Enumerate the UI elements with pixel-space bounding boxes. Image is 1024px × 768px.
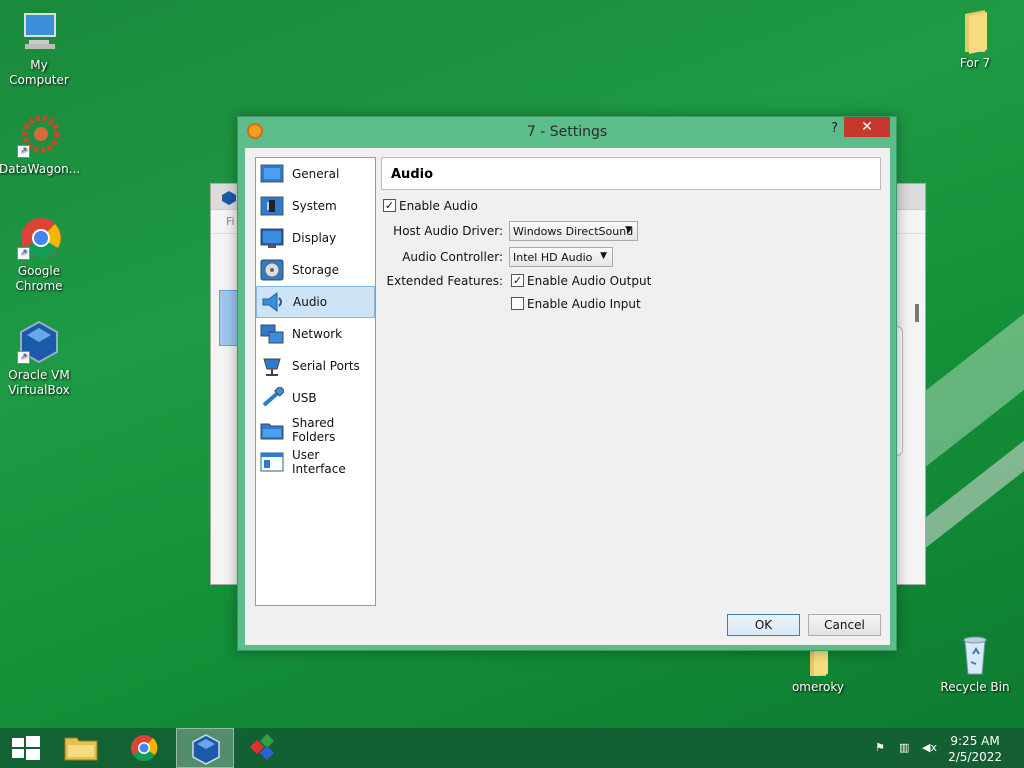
nav-item-label: USB — [292, 391, 317, 405]
enable-audio-input-label: Enable Audio Input — [527, 297, 641, 311]
page-title: Audio — [381, 157, 881, 190]
nav-item-display[interactable]: Display — [256, 222, 375, 254]
shortcut-arrow-icon: ↗ — [17, 247, 30, 260]
ok-button[interactable]: OK — [727, 614, 800, 636]
nav-item-system[interactable]: System — [256, 190, 375, 222]
taskbar-chrome[interactable] — [115, 728, 173, 768]
start-button[interactable] — [0, 728, 58, 768]
file-explorer-icon — [64, 737, 98, 761]
nav-item-label: Display — [292, 231, 337, 245]
user-interface-icon — [260, 451, 284, 473]
desktop-icon-label: Oracle VM VirtualBox — [8, 368, 70, 397]
dropdown-arrow-icon: ▼ — [625, 225, 632, 235]
desktop-icon-label: Google Chrome — [15, 264, 63, 293]
shared-folders-icon — [260, 419, 284, 441]
nav-item-shared-folders[interactable]: Shared Folders — [256, 414, 375, 446]
enable-audio-checkbox[interactable]: ✓ — [383, 199, 396, 212]
enable-audio-output-checkbox[interactable]: ✓ — [511, 274, 524, 287]
virtualbox-icon — [192, 734, 220, 765]
close-button[interactable]: ✕ — [844, 117, 890, 137]
host-driver-value: Windows DirectSound — [513, 225, 634, 238]
shortcut-arrow-icon: ↗ — [17, 145, 30, 158]
nav-item-label: System — [292, 199, 337, 213]
system-icon — [260, 195, 284, 217]
enable-audio-input-checkbox[interactable] — [511, 297, 524, 310]
nav-item-storage[interactable]: Storage — [256, 254, 375, 286]
desktop-icon-label: My Computer — [9, 58, 69, 87]
desktop-icon-datawagon[interactable]: ↗ DataWagon... — [0, 114, 81, 177]
folder-icon — [953, 8, 997, 54]
clock-time: 9:25 AM — [950, 734, 1000, 748]
enable-audio-label: Enable Audio — [399, 199, 478, 213]
network-icon — [260, 323, 284, 345]
nav-item-label: Storage — [292, 263, 339, 277]
nav-item-label: General — [292, 167, 340, 181]
nav-item-network[interactable]: Network — [256, 318, 375, 350]
desktop-icon-for-7[interactable]: For 7 — [935, 8, 1015, 71]
shortcut-arrow-icon: ↗ — [17, 351, 30, 364]
nav-item-label: Network — [292, 327, 343, 341]
dropdown-arrow-icon: ▼ — [600, 251, 607, 261]
computer-icon — [17, 10, 61, 54]
extended-features-label: Extended Features: — [386, 274, 503, 288]
virtualbox-icon: ↗ — [17, 320, 61, 364]
help-button[interactable]: ? — [831, 121, 838, 136]
nav-item-label: Shared Folders — [292, 416, 336, 444]
action-center-flag-icon[interactable]: ⚑ — [875, 741, 889, 755]
desktop-icon-recycle-bin[interactable]: Recycle Bin — [935, 632, 1015, 695]
network-status-icon[interactable]: ▥ — [899, 741, 913, 755]
clock-date: 2/5/2022 — [948, 750, 1002, 764]
storage-icon — [260, 259, 284, 281]
window-title: 7 - Settings — [526, 124, 608, 140]
controller-select[interactable]: Intel HD Audio ▼ — [509, 247, 613, 267]
dialog-client-area: General System Display Storage Audio Net… — [245, 148, 890, 645]
serial-ports-icon — [260, 355, 284, 377]
chrome-icon: ↗ — [17, 216, 61, 260]
desktop-icon-omeroky[interactable]: omeroky — [778, 646, 858, 695]
volume-muted-icon[interactable]: ◀x — [922, 741, 937, 755]
desktop-icon-virtualbox[interactable]: ↗ Oracle VM VirtualBox — [0, 320, 79, 398]
nav-item-general[interactable]: General — [256, 158, 375, 190]
general-icon — [260, 163, 284, 185]
settings-nav-list[interactable]: General System Display Storage Audio Net… — [255, 157, 376, 606]
enable-audio-output-label: Enable Audio Output — [527, 274, 652, 288]
nav-item-label: User Interface — [292, 448, 346, 476]
host-driver-label: Host Audio Driver: — [393, 224, 503, 238]
background-window-scrollbar[interactable] — [915, 304, 919, 322]
desktop-icon-label: For 7 — [959, 56, 991, 70]
cancel-button[interactable]: Cancel — [808, 614, 881, 636]
nav-item-label: Serial Ports — [292, 359, 360, 373]
taskbar-app[interactable] — [238, 728, 296, 768]
audio-icon — [261, 291, 285, 313]
windows-logo-icon — [12, 736, 40, 760]
desktop-icon-label: DataWagon... — [0, 162, 81, 176]
app-icon — [249, 733, 275, 761]
desktop-icon-label: Recycle Bin — [940, 680, 1010, 694]
display-icon — [260, 227, 284, 249]
title-bar[interactable]: 7 - Settings ? ✕ — [238, 117, 896, 147]
desktop-icon-google-chrome[interactable]: ↗ Google Chrome — [0, 216, 79, 294]
desktop-icon-my-computer[interactable]: My Computer — [0, 10, 79, 88]
recycle-bin-icon — [953, 632, 997, 676]
background-window-selected-row — [219, 290, 239, 346]
nav-item-usb[interactable]: USB — [256, 382, 375, 414]
taskbar-file-explorer[interactable] — [52, 728, 110, 768]
host-driver-select[interactable]: Windows DirectSound ▼ — [509, 221, 638, 241]
clock[interactable]: 9:25 AM 2/5/2022 — [948, 733, 1002, 765]
controller-label: Audio Controller: — [402, 250, 503, 264]
virtualbox-icon — [222, 191, 236, 205]
nav-item-audio[interactable]: Audio — [256, 286, 375, 318]
nav-item-serial-ports[interactable]: Serial Ports — [256, 350, 375, 382]
datawagon-icon: ↗ — [17, 114, 61, 158]
chrome-icon — [131, 735, 158, 762]
controller-value: Intel HD Audio — [513, 251, 593, 264]
settings-window[interactable]: 7 - Settings ? ✕ General System Display … — [237, 116, 897, 651]
nav-item-label: Audio — [293, 295, 328, 309]
desktop-icon-label: omeroky — [791, 680, 845, 694]
nav-item-user-interface[interactable]: User Interface — [256, 446, 375, 478]
usb-icon — [260, 385, 286, 409]
taskbar-virtualbox[interactable] — [176, 728, 234, 768]
taskbar: ⚑ ▥ ◀x 9:25 AM 2/5/2022 — [0, 728, 1024, 768]
